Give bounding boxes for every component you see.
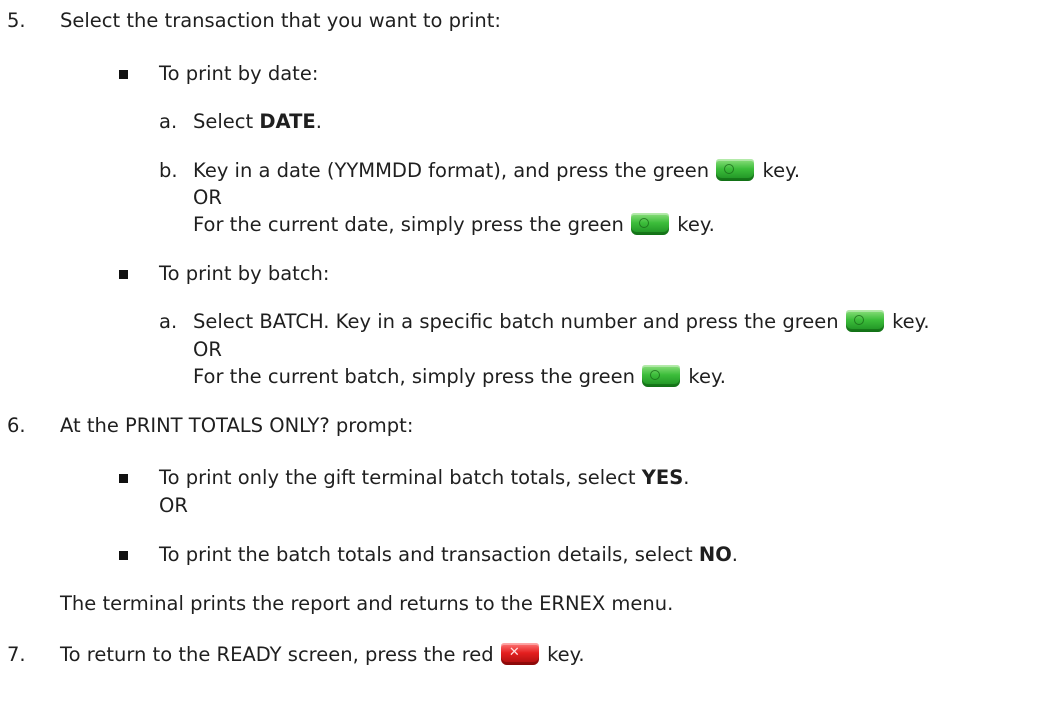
bullet-icon	[119, 270, 128, 279]
step-6-number: 6.	[7, 414, 26, 437]
green-enter-key-icon	[631, 213, 670, 235]
by-date-current-text: For the current date, simply press the g…	[193, 213, 715, 236]
step-5-text: Select the transaction that you want to …	[60, 9, 501, 32]
step-7-text: To return to the READY screen, press the…	[60, 643, 585, 666]
option-or: OR	[159, 494, 188, 517]
by-date-b-letter: b.	[159, 159, 178, 182]
by-date-b-text: Key in a date (YYMMDD format), and press…	[193, 159, 801, 182]
bullet-icon	[119, 551, 128, 560]
by-batch-label: To print by batch:	[159, 262, 330, 285]
by-date-a-letter: a.	[159, 110, 178, 133]
green-enter-key-icon	[642, 365, 681, 387]
step-7-number: 7.	[7, 643, 26, 666]
bullet-icon	[119, 474, 128, 483]
by-batch-current-text: For the current batch, simply press the …	[193, 365, 726, 388]
by-batch-a-letter: a.	[159, 310, 178, 333]
by-batch-a-text: Select BATCH. Key in a specific batch nu…	[193, 310, 930, 333]
by-date-label: To print by date:	[159, 62, 319, 85]
by-batch-or: OR	[193, 338, 222, 361]
bullet-icon	[119, 70, 128, 79]
step-6-result: The terminal prints the report and retur…	[60, 592, 674, 615]
step-5-number: 5.	[7, 9, 26, 32]
red-cancel-key-icon: ✕	[500, 643, 539, 665]
by-date-or: OR	[193, 186, 222, 209]
step-6-text: At the PRINT TOTALS ONLY? prompt:	[60, 414, 414, 437]
green-enter-key-icon	[716, 159, 755, 181]
option-no-text: To print the batch totals and transactio…	[159, 543, 738, 566]
green-enter-key-icon	[845, 310, 884, 332]
by-date-a-text: Select DATE.	[193, 110, 322, 133]
option-yes-text: To print only the gift terminal batch to…	[159, 466, 690, 489]
